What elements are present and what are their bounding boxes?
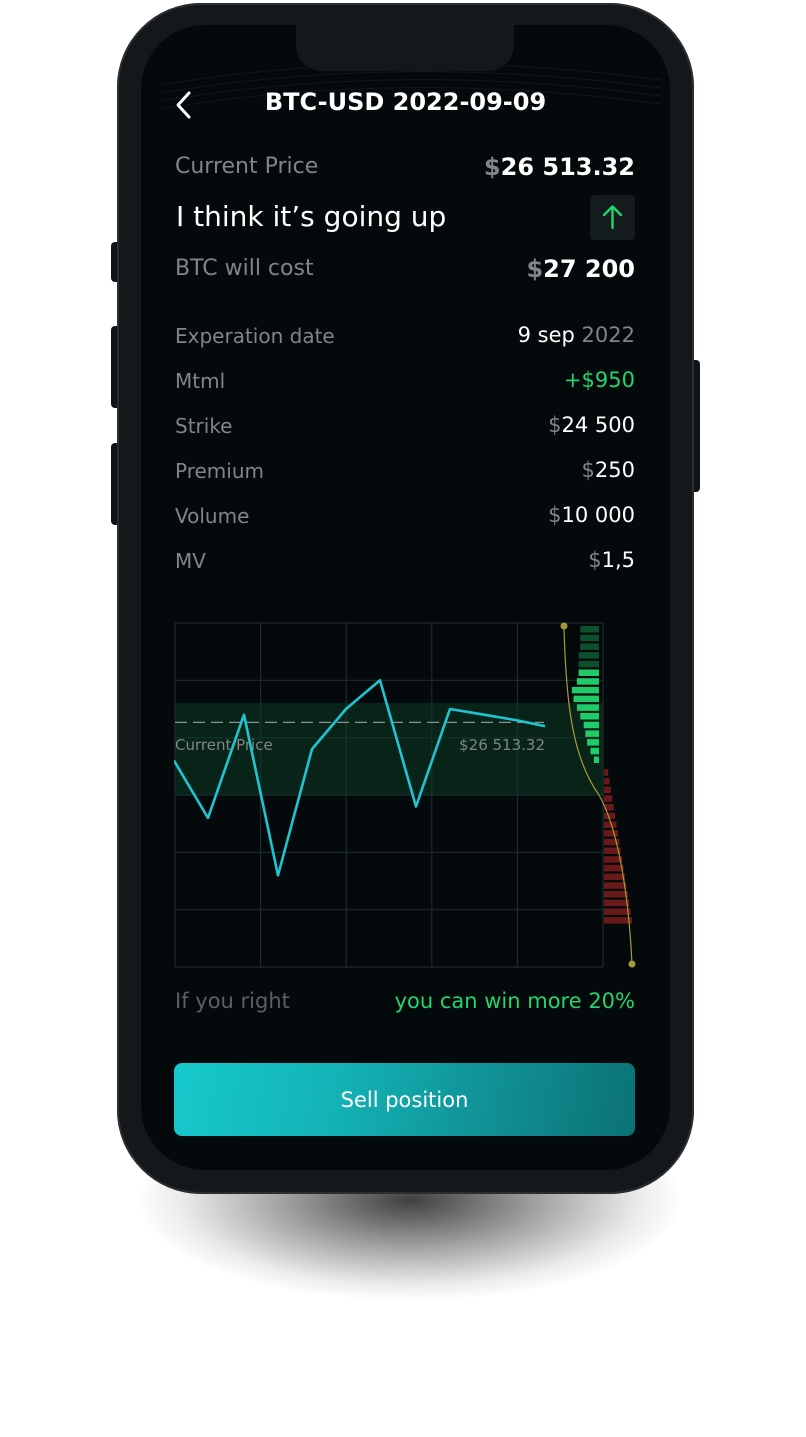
depth-top-marker: [560, 622, 568, 630]
depth-bar-bid: [604, 908, 631, 915]
mv-label: MV: [175, 549, 206, 573]
depth-bar-ask: [580, 713, 599, 720]
depth-bar-bid: [604, 795, 613, 802]
sell-position-button[interactable]: Sell position: [174, 1063, 635, 1136]
current-price-chart-value: $26 513.32: [459, 736, 545, 754]
depth-bar-ask: [578, 652, 599, 659]
depth-bar-ask: [587, 739, 599, 746]
depth-bar-bid: [604, 786, 611, 794]
volume-value: $10 000: [548, 503, 635, 527]
arrow-up-icon: [602, 205, 623, 230]
depth-bar-bid: [604, 777, 610, 785]
expiration-label: Experation date: [175, 324, 335, 348]
premium-label: Premium: [175, 459, 264, 483]
depth-bar-ask: [580, 634, 599, 642]
premium-value: $250: [581, 458, 635, 482]
expiration-value: 9 sep 2022: [517, 323, 635, 347]
depth-bar-ask: [571, 686, 599, 694]
depth-bar-ask: [578, 660, 599, 668]
depth-bar-bid: [604, 882, 627, 889]
depth-bar-ask: [590, 747, 599, 755]
depth-bar-ask: [580, 643, 599, 650]
depth-bar-ask: [593, 756, 599, 763]
volume-label: Volume: [175, 504, 250, 528]
mv-value: $1,5: [588, 548, 635, 572]
current-price-chart-label: Current Price: [175, 736, 273, 754]
depth-bar-ask: [576, 678, 599, 685]
footer-label: If you right: [175, 989, 290, 1013]
mtml-value: +$950: [563, 368, 635, 392]
depth-bar-ask: [583, 721, 599, 729]
depth-bar-bid: [604, 864, 624, 872]
price-chart[interactable]: Current Price $26 513.32: [174, 620, 640, 972]
depth-bar-ask: [578, 669, 599, 676]
btc-cost-label: BTC will cost: [175, 256, 314, 281]
win-message: you can win more 20%: [394, 989, 635, 1013]
page-title: BTC-USD 2022-09-09: [264, 88, 547, 116]
direction-toggle[interactable]: [590, 195, 635, 240]
depth-bar-bid: [604, 873, 625, 881]
depth-bar-bid: [604, 769, 609, 776]
prediction-text: I think it’s going up: [176, 200, 447, 233]
depth-bar-bid: [604, 917, 632, 924]
depth-bar-ask: [576, 704, 599, 711]
btc-cost-value: $27 200: [526, 255, 635, 283]
strike-value: $24 500: [548, 413, 635, 437]
depth-bar-ask: [585, 730, 599, 737]
current-price-value: $26 513.32: [483, 153, 635, 181]
current-price-label: Current Price: [175, 154, 319, 179]
notch: [296, 25, 514, 71]
depth-bar-bid: [604, 899, 630, 907]
depth-bar-bid: [604, 891, 628, 898]
mtml-label: Mtml: [175, 369, 226, 393]
depth-bar-ask: [573, 695, 599, 703]
depth-bottom-marker: [628, 960, 636, 968]
depth-bar-bid: [604, 830, 618, 837]
depth-bar-ask: [580, 626, 599, 633]
strike-label: Strike: [175, 414, 233, 438]
